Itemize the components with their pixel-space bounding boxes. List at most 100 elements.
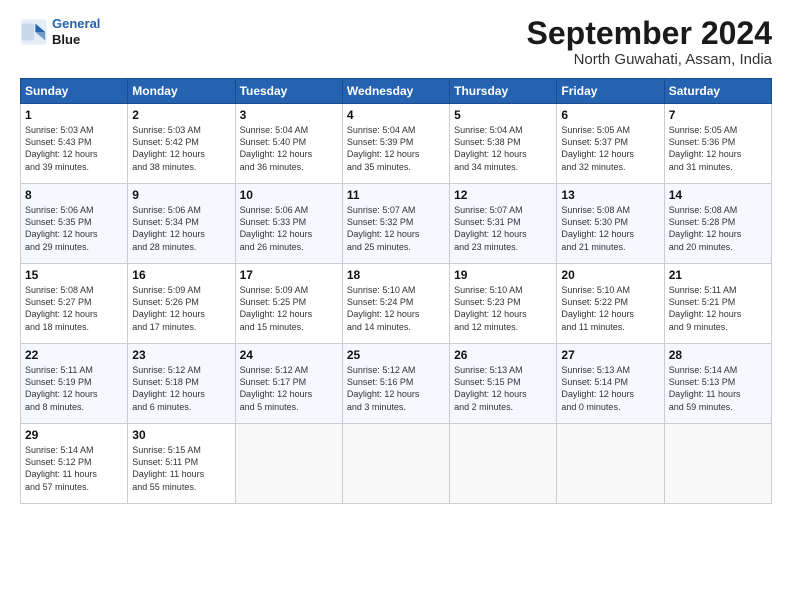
calendar-header-tuesday: Tuesday: [235, 79, 342, 104]
day-number: 6: [561, 108, 659, 122]
calendar-cell: 16 Sunrise: 5:09 AM Sunset: 5:26 PM Dayli…: [128, 264, 235, 344]
cell-info: Sunrise: 5:14 AM Sunset: 5:13 PM Dayligh…: [669, 364, 767, 413]
day-number: 18: [347, 268, 445, 282]
day-number: 1: [25, 108, 123, 122]
calendar-cell: 26Sunrise: 5:13 AM Sunset: 5:15 PM Dayli…: [450, 344, 557, 424]
cell-info: Sunrise: 5:09 AM Sunset: 5:25 PM Dayligh…: [240, 284, 338, 333]
cell-info: Sunrise: 5:06 AM Sunset: 5:34 PM Dayligh…: [132, 204, 230, 253]
location-subtitle: North Guwahati, Assam, India: [527, 51, 772, 68]
calendar-cell: [557, 424, 664, 504]
cell-info: Sunrise: 5:06 AM Sunset: 5:35 PM Dayligh…: [25, 204, 123, 253]
day-number: 22: [25, 348, 123, 362]
calendar-cell: 7Sunrise: 5:05 AM Sunset: 5:36 PM Daylig…: [664, 104, 771, 184]
header: General Blue September 2024 North Guwaha…: [20, 16, 772, 68]
logo: General Blue: [20, 16, 100, 47]
calendar-cell: [664, 424, 771, 504]
calendar-week-row: 1 Sunrise: 5:03 AM Sunset: 5:43 PM Daylig…: [21, 104, 772, 184]
day-number: 28: [669, 348, 767, 362]
calendar-cell: 15Sunrise: 5:08 AM Sunset: 5:27 PM Dayli…: [21, 264, 128, 344]
calendar-cell: 1 Sunrise: 5:03 AM Sunset: 5:43 PM Daylig…: [21, 104, 128, 184]
cell-info: Sunrise: 5:14 AM Sunset: 5:12 PM Dayligh…: [25, 444, 123, 493]
calendar-header-monday: Monday: [128, 79, 235, 104]
calendar-week-row: 8Sunrise: 5:06 AM Sunset: 5:35 PM Daylig…: [21, 184, 772, 264]
day-number: 23: [132, 348, 230, 362]
day-number: 10: [240, 188, 338, 202]
cell-info: Sunrise: 5:03 AM Sunset: 5:43 PM Dayligh…: [25, 124, 123, 173]
calendar-cell: 24 Sunrise: 5:12 AM Sunset: 5:17 PM Dayli…: [235, 344, 342, 424]
logo-text: General Blue: [52, 16, 100, 47]
day-number: 2: [132, 108, 230, 122]
calendar-header-row: SundayMondayTuesdayWednesdayThursdayFrid…: [21, 79, 772, 104]
calendar-cell: 17 Sunrise: 5:09 AM Sunset: 5:25 PM Dayli…: [235, 264, 342, 344]
cell-info: Sunrise: 5:09 AM Sunset: 5:26 PM Dayligh…: [132, 284, 230, 333]
cell-info: Sunrise: 5:05 AM Sunset: 5:36 PM Dayligh…: [669, 124, 767, 173]
day-number: 16: [132, 268, 230, 282]
day-number: 14: [669, 188, 767, 202]
calendar-header-saturday: Saturday: [664, 79, 771, 104]
day-number: 25: [347, 348, 445, 362]
day-number: 5: [454, 108, 552, 122]
month-title: September 2024: [527, 16, 772, 51]
calendar-cell: 25 Sunrise: 5:12 AM Sunset: 5:16 PM Dayli…: [342, 344, 449, 424]
calendar-cell: 10Sunrise: 5:06 AM Sunset: 5:33 PM Dayli…: [235, 184, 342, 264]
cell-info: Sunrise: 5:10 AM Sunset: 5:24 PM Dayligh…: [347, 284, 445, 333]
calendar-cell: 9Sunrise: 5:06 AM Sunset: 5:34 PM Daylig…: [128, 184, 235, 264]
day-number: 29: [25, 428, 123, 442]
cell-info: Sunrise: 5:10 AM Sunset: 5:22 PM Dayligh…: [561, 284, 659, 333]
day-number: 30: [132, 428, 230, 442]
calendar-cell: 30 Sunrise: 5:15 AM Sunset: 5:11 PM Dayli…: [128, 424, 235, 504]
calendar-cell: 2Sunrise: 5:03 AM Sunset: 5:42 PM Daylig…: [128, 104, 235, 184]
calendar-header-friday: Friday: [557, 79, 664, 104]
cell-info: Sunrise: 5:12 AM Sunset: 5:16 PM Dayligh…: [347, 364, 445, 413]
cell-info: Sunrise: 5:08 AM Sunset: 5:28 PM Dayligh…: [669, 204, 767, 253]
day-number: 24: [240, 348, 338, 362]
calendar-cell: [342, 424, 449, 504]
day-number: 17: [240, 268, 338, 282]
calendar-cell: 14 Sunrise: 5:08 AM Sunset: 5:28 PM Dayli…: [664, 184, 771, 264]
cell-info: Sunrise: 5:05 AM Sunset: 5:37 PM Dayligh…: [561, 124, 659, 173]
calendar-cell: 23 Sunrise: 5:12 AM Sunset: 5:18 PM Dayli…: [128, 344, 235, 424]
calendar-cell: 5Sunrise: 5:04 AM Sunset: 5:38 PM Daylig…: [450, 104, 557, 184]
day-number: 21: [669, 268, 767, 282]
cell-info: Sunrise: 5:07 AM Sunset: 5:31 PM Dayligh…: [454, 204, 552, 253]
calendar-cell: 8Sunrise: 5:06 AM Sunset: 5:35 PM Daylig…: [21, 184, 128, 264]
calendar-cell: 12 Sunrise: 5:07 AM Sunset: 5:31 PM Dayli…: [450, 184, 557, 264]
cell-info: Sunrise: 5:13 AM Sunset: 5:15 PM Dayligh…: [454, 364, 552, 413]
day-number: 12: [454, 188, 552, 202]
cell-info: Sunrise: 5:15 AM Sunset: 5:11 PM Dayligh…: [132, 444, 230, 493]
calendar-header-thursday: Thursday: [450, 79, 557, 104]
calendar-header-sunday: Sunday: [21, 79, 128, 104]
calendar-week-row: 15Sunrise: 5:08 AM Sunset: 5:27 PM Dayli…: [21, 264, 772, 344]
calendar-cell: 4 Sunrise: 5:04 AM Sunset: 5:39 PM Daylig…: [342, 104, 449, 184]
cell-info: Sunrise: 5:08 AM Sunset: 5:30 PM Dayligh…: [561, 204, 659, 253]
calendar-cell: [450, 424, 557, 504]
title-block: September 2024 North Guwahati, Assam, In…: [527, 16, 772, 68]
cell-info: Sunrise: 5:04 AM Sunset: 5:39 PM Dayligh…: [347, 124, 445, 173]
day-number: 27: [561, 348, 659, 362]
calendar-cell: 19Sunrise: 5:10 AM Sunset: 5:23 PM Dayli…: [450, 264, 557, 344]
calendar-cell: 28 Sunrise: 5:14 AM Sunset: 5:13 PM Dayli…: [664, 344, 771, 424]
cell-info: Sunrise: 5:12 AM Sunset: 5:18 PM Dayligh…: [132, 364, 230, 413]
calendar-cell: 6 Sunrise: 5:05 AM Sunset: 5:37 PM Daylig…: [557, 104, 664, 184]
calendar-cell: 18 Sunrise: 5:10 AM Sunset: 5:24 PM Dayli…: [342, 264, 449, 344]
cell-info: Sunrise: 5:10 AM Sunset: 5:23 PM Dayligh…: [454, 284, 552, 333]
cell-info: Sunrise: 5:04 AM Sunset: 5:40 PM Dayligh…: [240, 124, 338, 173]
day-number: 3: [240, 108, 338, 122]
day-number: 11: [347, 188, 445, 202]
calendar-cell: 11 Sunrise: 5:07 AM Sunset: 5:32 PM Dayli…: [342, 184, 449, 264]
cell-info: Sunrise: 5:12 AM Sunset: 5:17 PM Dayligh…: [240, 364, 338, 413]
calendar-cell: 27 Sunrise: 5:13 AM Sunset: 5:14 PM Dayli…: [557, 344, 664, 424]
calendar-table: SundayMondayTuesdayWednesdayThursdayFrid…: [20, 78, 772, 504]
calendar-cell: 3 Sunrise: 5:04 AM Sunset: 5:40 PM Daylig…: [235, 104, 342, 184]
day-number: 20: [561, 268, 659, 282]
day-number: 15: [25, 268, 123, 282]
cell-info: Sunrise: 5:11 AM Sunset: 5:21 PM Dayligh…: [669, 284, 767, 333]
calendar-cell: 13Sunrise: 5:08 AM Sunset: 5:30 PM Dayli…: [557, 184, 664, 264]
calendar-cell: 21 Sunrise: 5:11 AM Sunset: 5:21 PM Dayli…: [664, 264, 771, 344]
calendar-cell: 20 Sunrise: 5:10 AM Sunset: 5:22 PM Dayli…: [557, 264, 664, 344]
calendar-header-wednesday: Wednesday: [342, 79, 449, 104]
day-number: 4: [347, 108, 445, 122]
cell-info: Sunrise: 5:07 AM Sunset: 5:32 PM Dayligh…: [347, 204, 445, 253]
cell-info: Sunrise: 5:13 AM Sunset: 5:14 PM Dayligh…: [561, 364, 659, 413]
page: General Blue September 2024 North Guwaha…: [0, 0, 792, 612]
